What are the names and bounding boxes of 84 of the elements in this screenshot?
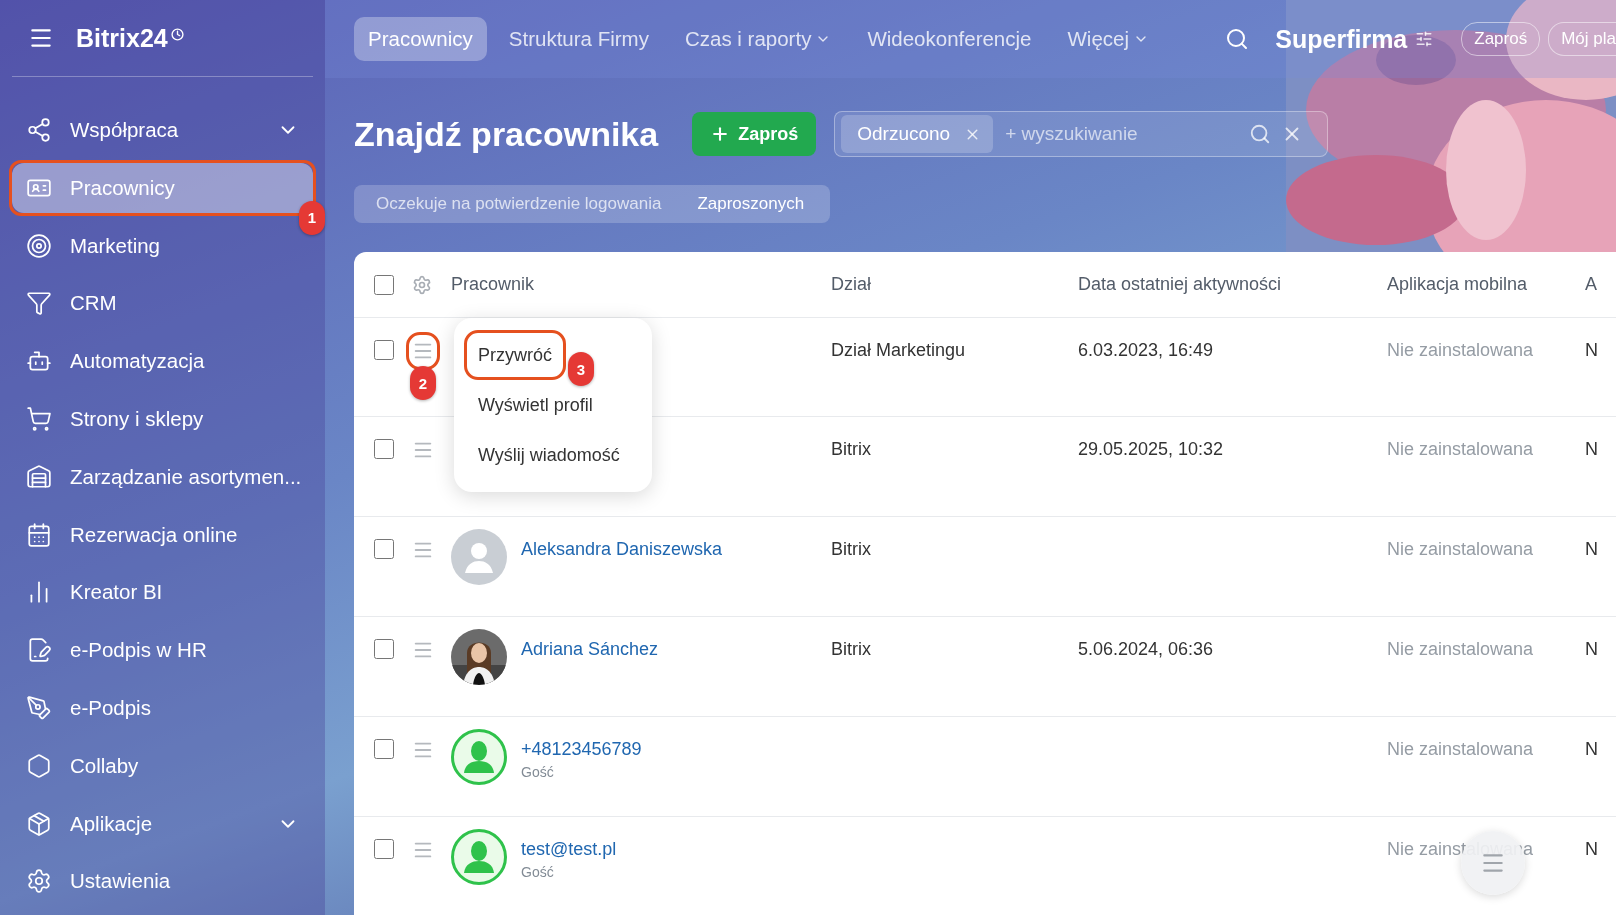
sidebar-item[interactable]: Kreator BI	[12, 567, 313, 618]
nav-tab[interactable]: Wideokonferencje	[853, 17, 1046, 61]
checkbox[interactable]	[374, 839, 394, 859]
step-badge: 1	[299, 200, 325, 235]
table-cell: Nie zainstalowana	[1387, 439, 1534, 459]
invite-button[interactable]: Zaproś	[1461, 22, 1541, 56]
checkbox[interactable]	[374, 539, 394, 559]
table-cell: Bitrix	[831, 439, 871, 459]
nav-tab[interactable]: Pracownicy	[354, 17, 487, 61]
sidebar-item[interactable]: Aplikacje	[12, 798, 313, 849]
table-cell: Nie zainstalowana	[1387, 639, 1534, 659]
guest-label: Gość	[521, 764, 555, 780]
table-cell: Nie zainstalowana	[1387, 539, 1534, 559]
warehouse-icon	[26, 463, 52, 490]
table-cell: 6.03.2023, 16:49	[1078, 340, 1214, 360]
cart-icon	[26, 406, 52, 432]
filter-tag[interactable]: Odrzucono	[841, 115, 994, 153]
step-badge: 3	[568, 352, 594, 386]
checkbox[interactable]	[374, 639, 394, 659]
calendar-icon	[26, 521, 52, 548]
sidebar-item[interactable]: Strony i sklepy	[12, 394, 313, 444]
column-header[interactable]: A	[1585, 274, 1616, 295]
checkbox[interactable]	[374, 274, 394, 295]
table-cell: 5.06.2024, 06:36	[1078, 639, 1214, 659]
table-cell: Nie zainstalowana	[1387, 340, 1534, 360]
table-cell: N	[1585, 439, 1598, 459]
document-sign-icon	[26, 637, 52, 664]
company-name[interactable]: Superfirma	[1275, 24, 1408, 54]
search-icon[interactable]	[1249, 123, 1272, 145]
table-cell: N	[1585, 340, 1598, 360]
column-header[interactable]: Pracownik	[451, 274, 831, 295]
checkbox[interactable]	[374, 439, 394, 459]
table-cell: N	[1585, 539, 1598, 559]
hexagon-icon	[26, 752, 52, 779]
column-header[interactable]: Aplikacja mobilna	[1387, 274, 1585, 295]
sidebar-item[interactable]: e-Podpis w HR	[12, 625, 313, 676]
sidebar-item[interactable]: Collaby	[12, 740, 313, 791]
employee-name-link[interactable]: +48123456789	[521, 739, 642, 760]
checkbox[interactable]	[374, 739, 394, 759]
sidebar-item[interactable]: Ustawienia	[12, 856, 313, 907]
table-cell: 29.05.2025, 10:32	[1078, 439, 1224, 459]
page-title: Znajdź pracownika	[354, 114, 659, 154]
employee-name-link[interactable]: Adriana Sánchez	[521, 639, 659, 660]
sidebar-item[interactable]: CRM	[12, 278, 313, 329]
sidebar-item[interactable]: Współpraca	[12, 105, 313, 155]
column-header[interactable]: Dział	[831, 274, 1078, 295]
table-cell: Bitrix	[831, 639, 871, 659]
funnel-icon	[26, 290, 52, 317]
guest-label: Gość	[521, 864, 555, 880]
table-cell: Bitrix	[831, 539, 871, 559]
nav-tab[interactable]: Czas i raporty	[670, 17, 846, 61]
pen-icon	[26, 694, 52, 721]
avatar-placeholder-icon	[451, 529, 507, 585]
guest-avatar-icon	[451, 729, 507, 785]
table-cell: Nie zainstalowana	[1387, 739, 1534, 759]
sidebar-item[interactable]: Zarządzanie asortymen...	[12, 451, 313, 502]
sidebar-item[interactable]: Pracownicy	[12, 162, 313, 213]
filter-preset[interactable]: Zaproszonych	[683, 194, 819, 214]
table-cell: N	[1585, 739, 1598, 759]
target-icon	[26, 232, 52, 259]
sidebar-item[interactable]: Automatyzacja	[12, 336, 313, 387]
logo: Bitrix24	[76, 23, 184, 53]
step-badge: 2	[410, 366, 436, 400]
table-cell: N	[1585, 839, 1598, 859]
guest-avatar-icon	[451, 829, 507, 885]
menu-item[interactable]: Wyślij wiadomość	[478, 430, 620, 480]
column-header[interactable]: Data ostatniej aktywności	[1078, 274, 1387, 295]
sidebar-item[interactable]: e-Podpis	[12, 682, 313, 733]
employee-name-link[interactable]: test@test.pl	[521, 839, 617, 860]
employee-name-link[interactable]: Aleksandra Daniszewska	[521, 539, 723, 560]
table-cell: N	[1585, 639, 1598, 659]
sidebar-item[interactable]: Rezerwacja online	[12, 509, 313, 560]
nav-tab[interactable]: Więcej	[1053, 17, 1163, 61]
table-cell: Dział Marketingu	[831, 340, 966, 360]
search-icon[interactable]	[1225, 27, 1250, 51]
package-icon	[26, 810, 52, 837]
settings-icon	[26, 868, 52, 895]
invite-button[interactable]: Zaproś	[692, 112, 817, 156]
nav-tab[interactable]: Struktura Firmy	[494, 17, 663, 61]
settings-icon[interactable]	[412, 274, 432, 295]
share-icon	[26, 117, 52, 143]
sliders-icon[interactable]	[1415, 30, 1434, 48]
search-field[interactable]: Odrzucono + wyszukiwanie	[834, 111, 1329, 157]
checkbox[interactable]	[374, 340, 394, 360]
